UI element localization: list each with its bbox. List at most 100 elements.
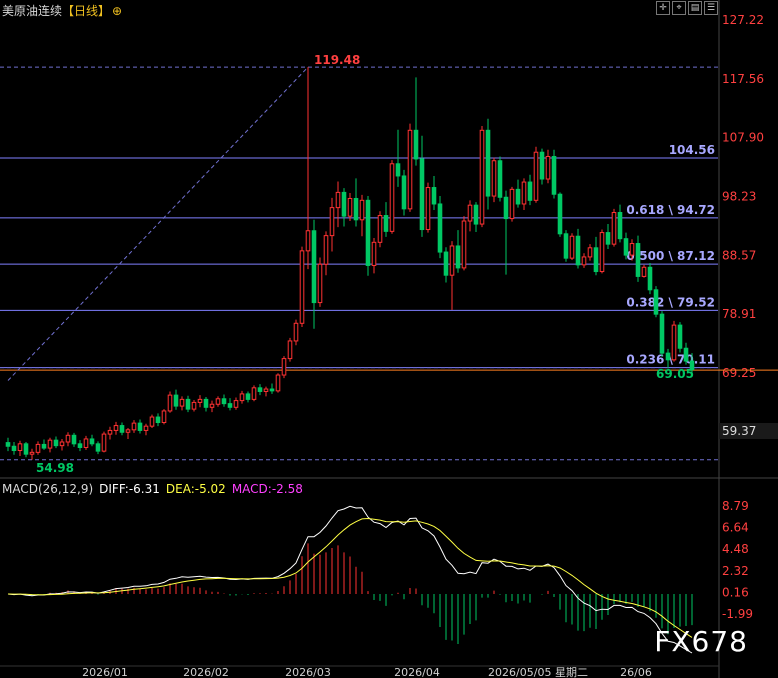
candle-body xyxy=(413,129,419,160)
candle-body xyxy=(23,443,29,455)
trend-line xyxy=(7,66,309,381)
y-tick-label: 78.91 xyxy=(722,307,756,321)
candle-body xyxy=(479,129,485,225)
candle-body xyxy=(449,245,455,276)
candle-body xyxy=(677,324,683,349)
candle-body xyxy=(593,247,599,273)
candle-body xyxy=(419,158,425,231)
candle-body xyxy=(101,433,107,452)
candle-body xyxy=(311,230,317,304)
macd-y-tick-label: 2.32 xyxy=(722,564,749,578)
candle-body xyxy=(35,443,41,453)
low-label: 54.98 xyxy=(36,461,74,475)
candle-body xyxy=(155,416,161,424)
x-tick-label: 2026/02 xyxy=(183,666,229,678)
candle-body xyxy=(95,443,101,452)
candle-body xyxy=(173,394,179,407)
candle-body xyxy=(563,233,569,259)
candle-body xyxy=(407,129,413,210)
macd-header: MACD(26,12,9) DIFF:-6.31 DEA:-5.02 MACD:-2.… xyxy=(2,482,309,496)
macd-y-tick-label: -1.99 xyxy=(722,607,753,621)
candle-body xyxy=(41,443,47,449)
gear-icon[interactable]: ⊕ xyxy=(112,4,122,18)
candle-body xyxy=(509,188,515,220)
more-icon[interactable]: ☰ xyxy=(704,1,718,15)
candle-body xyxy=(605,232,611,245)
candle-body xyxy=(647,266,653,291)
candle-body xyxy=(329,207,335,237)
candle-body xyxy=(335,191,341,209)
chart-title: 美原油连续【日线】 ⊕ xyxy=(2,2,122,19)
candlestick-chart[interactable]: 127.22 117.56 107.90 98.23 88.57 78.91 69.25 59… xyxy=(0,0,778,678)
macd-name: MACD(26,12,9) xyxy=(2,482,94,496)
x-tick-label: 26/06 xyxy=(620,666,652,678)
candle-body xyxy=(137,422,143,431)
candle-body xyxy=(143,425,149,431)
candle-body xyxy=(611,211,617,245)
y-tick-label: 98.23 xyxy=(722,189,756,203)
candle-body xyxy=(395,163,401,177)
candle-body xyxy=(551,155,557,195)
candle-body xyxy=(341,191,347,217)
candle-body xyxy=(119,425,125,433)
candle-body xyxy=(629,243,635,256)
fib-label: 0.618 \ 94.72 xyxy=(626,203,715,217)
candle-body xyxy=(209,403,215,408)
crosshair-icon[interactable]: ✛ xyxy=(656,1,670,15)
candle-body xyxy=(263,388,269,392)
candle-body xyxy=(257,387,263,392)
candle-body xyxy=(683,347,689,362)
candle-body xyxy=(371,241,377,266)
candle-body xyxy=(299,250,305,324)
candle-body xyxy=(539,151,545,180)
y-tick-label: 88.57 xyxy=(722,248,756,262)
candle-body xyxy=(77,443,83,448)
candle-body xyxy=(317,263,323,304)
y-tick-label: 117.56 xyxy=(722,72,764,86)
candle-body xyxy=(641,266,647,277)
x-tick-label: 2026/04 xyxy=(394,666,440,678)
watermark-logo: FX678 xyxy=(654,625,748,658)
x-tick-label: 2026/01 xyxy=(82,666,128,678)
macd-y-tick-label: 4.48 xyxy=(722,542,749,556)
candle-body xyxy=(293,322,299,342)
zoom-icon[interactable]: ⌖ xyxy=(672,1,686,15)
candle-body xyxy=(569,235,575,259)
candle-body xyxy=(17,443,23,452)
candle-body xyxy=(71,434,77,445)
y-tick-label: 127.22 xyxy=(722,13,764,27)
candle-body xyxy=(245,393,251,400)
candle-body xyxy=(653,289,659,315)
candle-body xyxy=(275,374,281,392)
candle-body xyxy=(365,199,371,266)
candle-body xyxy=(401,175,407,210)
x-tick-label: 2026/03 xyxy=(285,666,331,678)
candle-body xyxy=(269,388,275,392)
candle-body xyxy=(239,393,245,402)
candle-body xyxy=(83,438,89,448)
candle-body xyxy=(521,181,527,205)
candle-body xyxy=(89,438,95,445)
candle-body xyxy=(425,187,431,231)
candle-body xyxy=(461,220,467,269)
candle-body xyxy=(467,204,473,222)
chart-type-icon[interactable]: ▤ xyxy=(688,1,702,15)
candle-body xyxy=(233,400,239,408)
candle-body xyxy=(359,199,365,221)
candle-body xyxy=(191,401,197,410)
chart-window[interactable]: { "header": { "instrument": "美原油连续", "ti… xyxy=(0,0,778,678)
y-tick-label: 107.90 xyxy=(722,131,764,145)
candle-body xyxy=(251,387,257,400)
candle-body xyxy=(599,232,605,273)
candle-body xyxy=(503,196,509,220)
candle-body xyxy=(161,410,167,424)
current-price-badge: 59.37 xyxy=(719,423,778,439)
candle-body xyxy=(491,160,497,197)
candle-body xyxy=(659,313,665,354)
y-tick-label: 69.25 xyxy=(722,366,756,380)
timeframe-label[interactable]: 【日线】 xyxy=(62,4,110,18)
candle-body xyxy=(113,425,119,431)
x-tick-label: 2026/05/05 星期二 xyxy=(488,666,588,678)
candle-body xyxy=(29,451,35,455)
candle-body xyxy=(665,352,671,361)
